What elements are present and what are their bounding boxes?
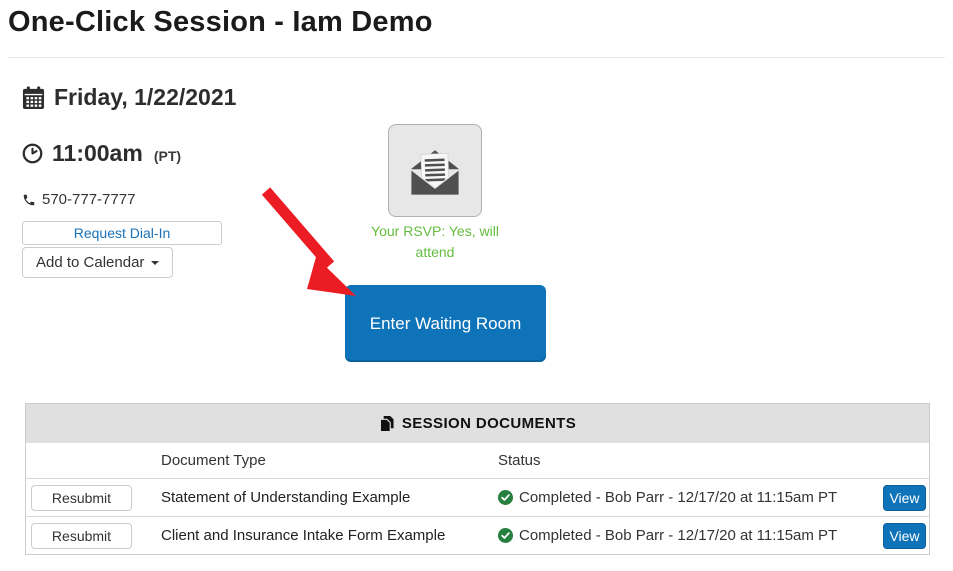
- view-button[interactable]: View: [883, 484, 926, 511]
- calendar-icon: [22, 86, 45, 110]
- status-cell: Completed - Bob Parr - 12/17/20 at 11:15…: [498, 527, 863, 544]
- request-dial-in-button[interactable]: Request Dial-In: [22, 221, 222, 245]
- page-title: One-Click Session - Iam Demo: [8, 6, 433, 38]
- table-row: Resubmit Statement of Understanding Exam…: [26, 478, 929, 516]
- session-documents-table: SESSION DOCUMENTS Document Type Status R…: [25, 403, 930, 555]
- session-page: One-Click Session - Iam Demo Friday, 1/2…: [0, 0, 953, 571]
- status-cell: Completed - Bob Parr - 12/17/20 at 11:15…: [498, 489, 863, 506]
- session-date: Friday, 1/22/2021: [54, 84, 237, 110]
- title-divider: [8, 57, 945, 58]
- rsvp-status-text: Your RSVP: Yes, will attend: [371, 223, 499, 260]
- session-date-row: Friday, 1/22/2021: [22, 84, 236, 111]
- view-button[interactable]: View: [883, 522, 926, 549]
- document-type-cell: Client and Insurance Intake Form Example: [161, 527, 446, 544]
- session-phone-row: 570-777-7777: [22, 191, 135, 208]
- add-to-calendar-label: Add to Calendar: [36, 254, 145, 271]
- status-text: Completed - Bob Parr - 12/17/20 at 11:15…: [519, 489, 838, 506]
- envelope-open-icon: [406, 144, 464, 198]
- red-arrow-icon: [252, 183, 364, 301]
- add-to-calendar-button[interactable]: Add to Calendar: [22, 247, 174, 278]
- caret-down-icon: [151, 260, 160, 265]
- status-text: Completed - Bob Parr - 12/17/20 at 11:15…: [519, 527, 838, 544]
- document-type-cell: Statement of Understanding Example: [161, 489, 411, 506]
- rsvp-envelope-button[interactable]: [388, 124, 482, 217]
- session-time-row: 11:00am (PT): [22, 140, 181, 167]
- column-header-document-type: Document Type: [161, 452, 266, 469]
- phone-icon: [22, 193, 36, 207]
- documents-icon: [379, 415, 394, 432]
- clock-icon: [22, 143, 43, 164]
- resubmit-button[interactable]: Resubmit: [31, 522, 132, 549]
- resubmit-button[interactable]: Resubmit: [31, 484, 132, 511]
- table-column-headers: Document Type Status: [26, 443, 929, 478]
- session-time: 11:00am: [52, 140, 143, 166]
- session-timezone: (PT): [153, 147, 182, 164]
- enter-waiting-room-button[interactable]: Enter Waiting Room: [345, 285, 546, 362]
- check-circle-icon: [498, 490, 513, 505]
- check-circle-icon: [498, 528, 513, 543]
- table-row: Resubmit Client and Insurance Intake For…: [26, 516, 929, 554]
- session-phone: 570-777-7777: [42, 191, 136, 208]
- table-header: SESSION DOCUMENTS: [26, 404, 929, 443]
- column-header-status: Status: [498, 452, 541, 469]
- table-header-title: SESSION DOCUMENTS: [401, 415, 577, 432]
